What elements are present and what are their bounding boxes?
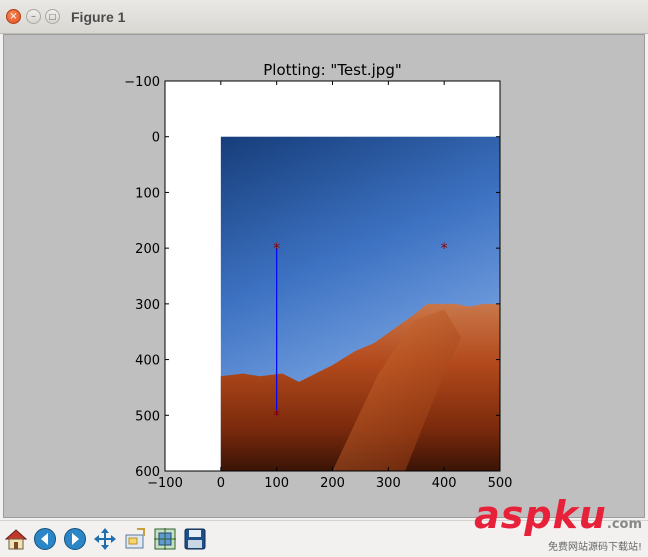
- home-button[interactable]: [2, 525, 29, 552]
- house-icon: [4, 528, 27, 549]
- move-arrows-icon: [93, 527, 116, 550]
- x-tick-label: 400: [432, 476, 457, 491]
- close-window-button[interactable]: ×: [6, 9, 21, 24]
- watermark: aspku.com 免费网站源码下载站!: [474, 493, 642, 553]
- minimize-icon: –: [31, 10, 36, 22]
- y-tick-label: 600: [135, 465, 160, 480]
- x-tick-label: 300: [376, 476, 401, 491]
- watermark-suffix: .com: [606, 517, 642, 532]
- x-tick-label: 0: [217, 476, 225, 491]
- plot-axes: * ** −100 0 100 200 300 400 500 −10001002003004…: [124, 61, 512, 491]
- arrow-left-icon: [33, 527, 56, 550]
- y-tick-label: 500: [135, 409, 160, 424]
- y-tick-label: −100: [124, 75, 160, 90]
- subplots-button[interactable]: [151, 525, 178, 552]
- back-button[interactable]: [31, 525, 58, 552]
- window-titlebar: × – □ Figure 1: [0, 0, 648, 34]
- y-tick-label: 300: [135, 298, 160, 313]
- star-marker: *: [273, 241, 280, 257]
- close-icon: ×: [9, 10, 18, 22]
- star-marker: *: [273, 408, 280, 424]
- pan-button[interactable]: [91, 525, 118, 552]
- x-tick-label: 100: [264, 476, 289, 491]
- zoom-button[interactable]: [121, 525, 148, 552]
- y-tick-label: 0: [152, 131, 160, 146]
- zoom-rect-icon: [125, 527, 145, 548]
- y-tick-label: 100: [135, 186, 160, 201]
- plotted-image: [220, 136, 501, 471]
- watermark-tagline: 免费网站源码下载站!: [547, 542, 642, 553]
- y-tick-label: 200: [135, 242, 160, 257]
- chart-title: Plotting: "Test.jpg": [263, 61, 402, 79]
- star-marker: *: [441, 241, 448, 257]
- x-tick-label: 500: [488, 476, 513, 491]
- minimize-window-button[interactable]: –: [26, 9, 41, 24]
- forward-button[interactable]: [61, 525, 88, 552]
- maximize-window-button[interactable]: □: [45, 9, 60, 24]
- figure-canvas[interactable]: * * * −100 0 100 200 300 400 500 −100 0 100 200 300 4…: [3, 34, 645, 518]
- y-tick-label: 400: [135, 354, 160, 369]
- plot-svg: * ** −100 0 100 200 300 400 500 −10001002003004…: [124, 61, 512, 491]
- arrow-right-icon: [63, 527, 86, 550]
- x-tick-label: 200: [320, 476, 345, 491]
- watermark-logo: aspku: [474, 493, 607, 537]
- save-button[interactable]: [181, 525, 208, 552]
- maximize-icon: □: [48, 11, 57, 21]
- window-title: Figure 1: [71, 9, 126, 25]
- floppy-disk-icon: [184, 528, 205, 549]
- subplots-icon: [153, 527, 176, 550]
